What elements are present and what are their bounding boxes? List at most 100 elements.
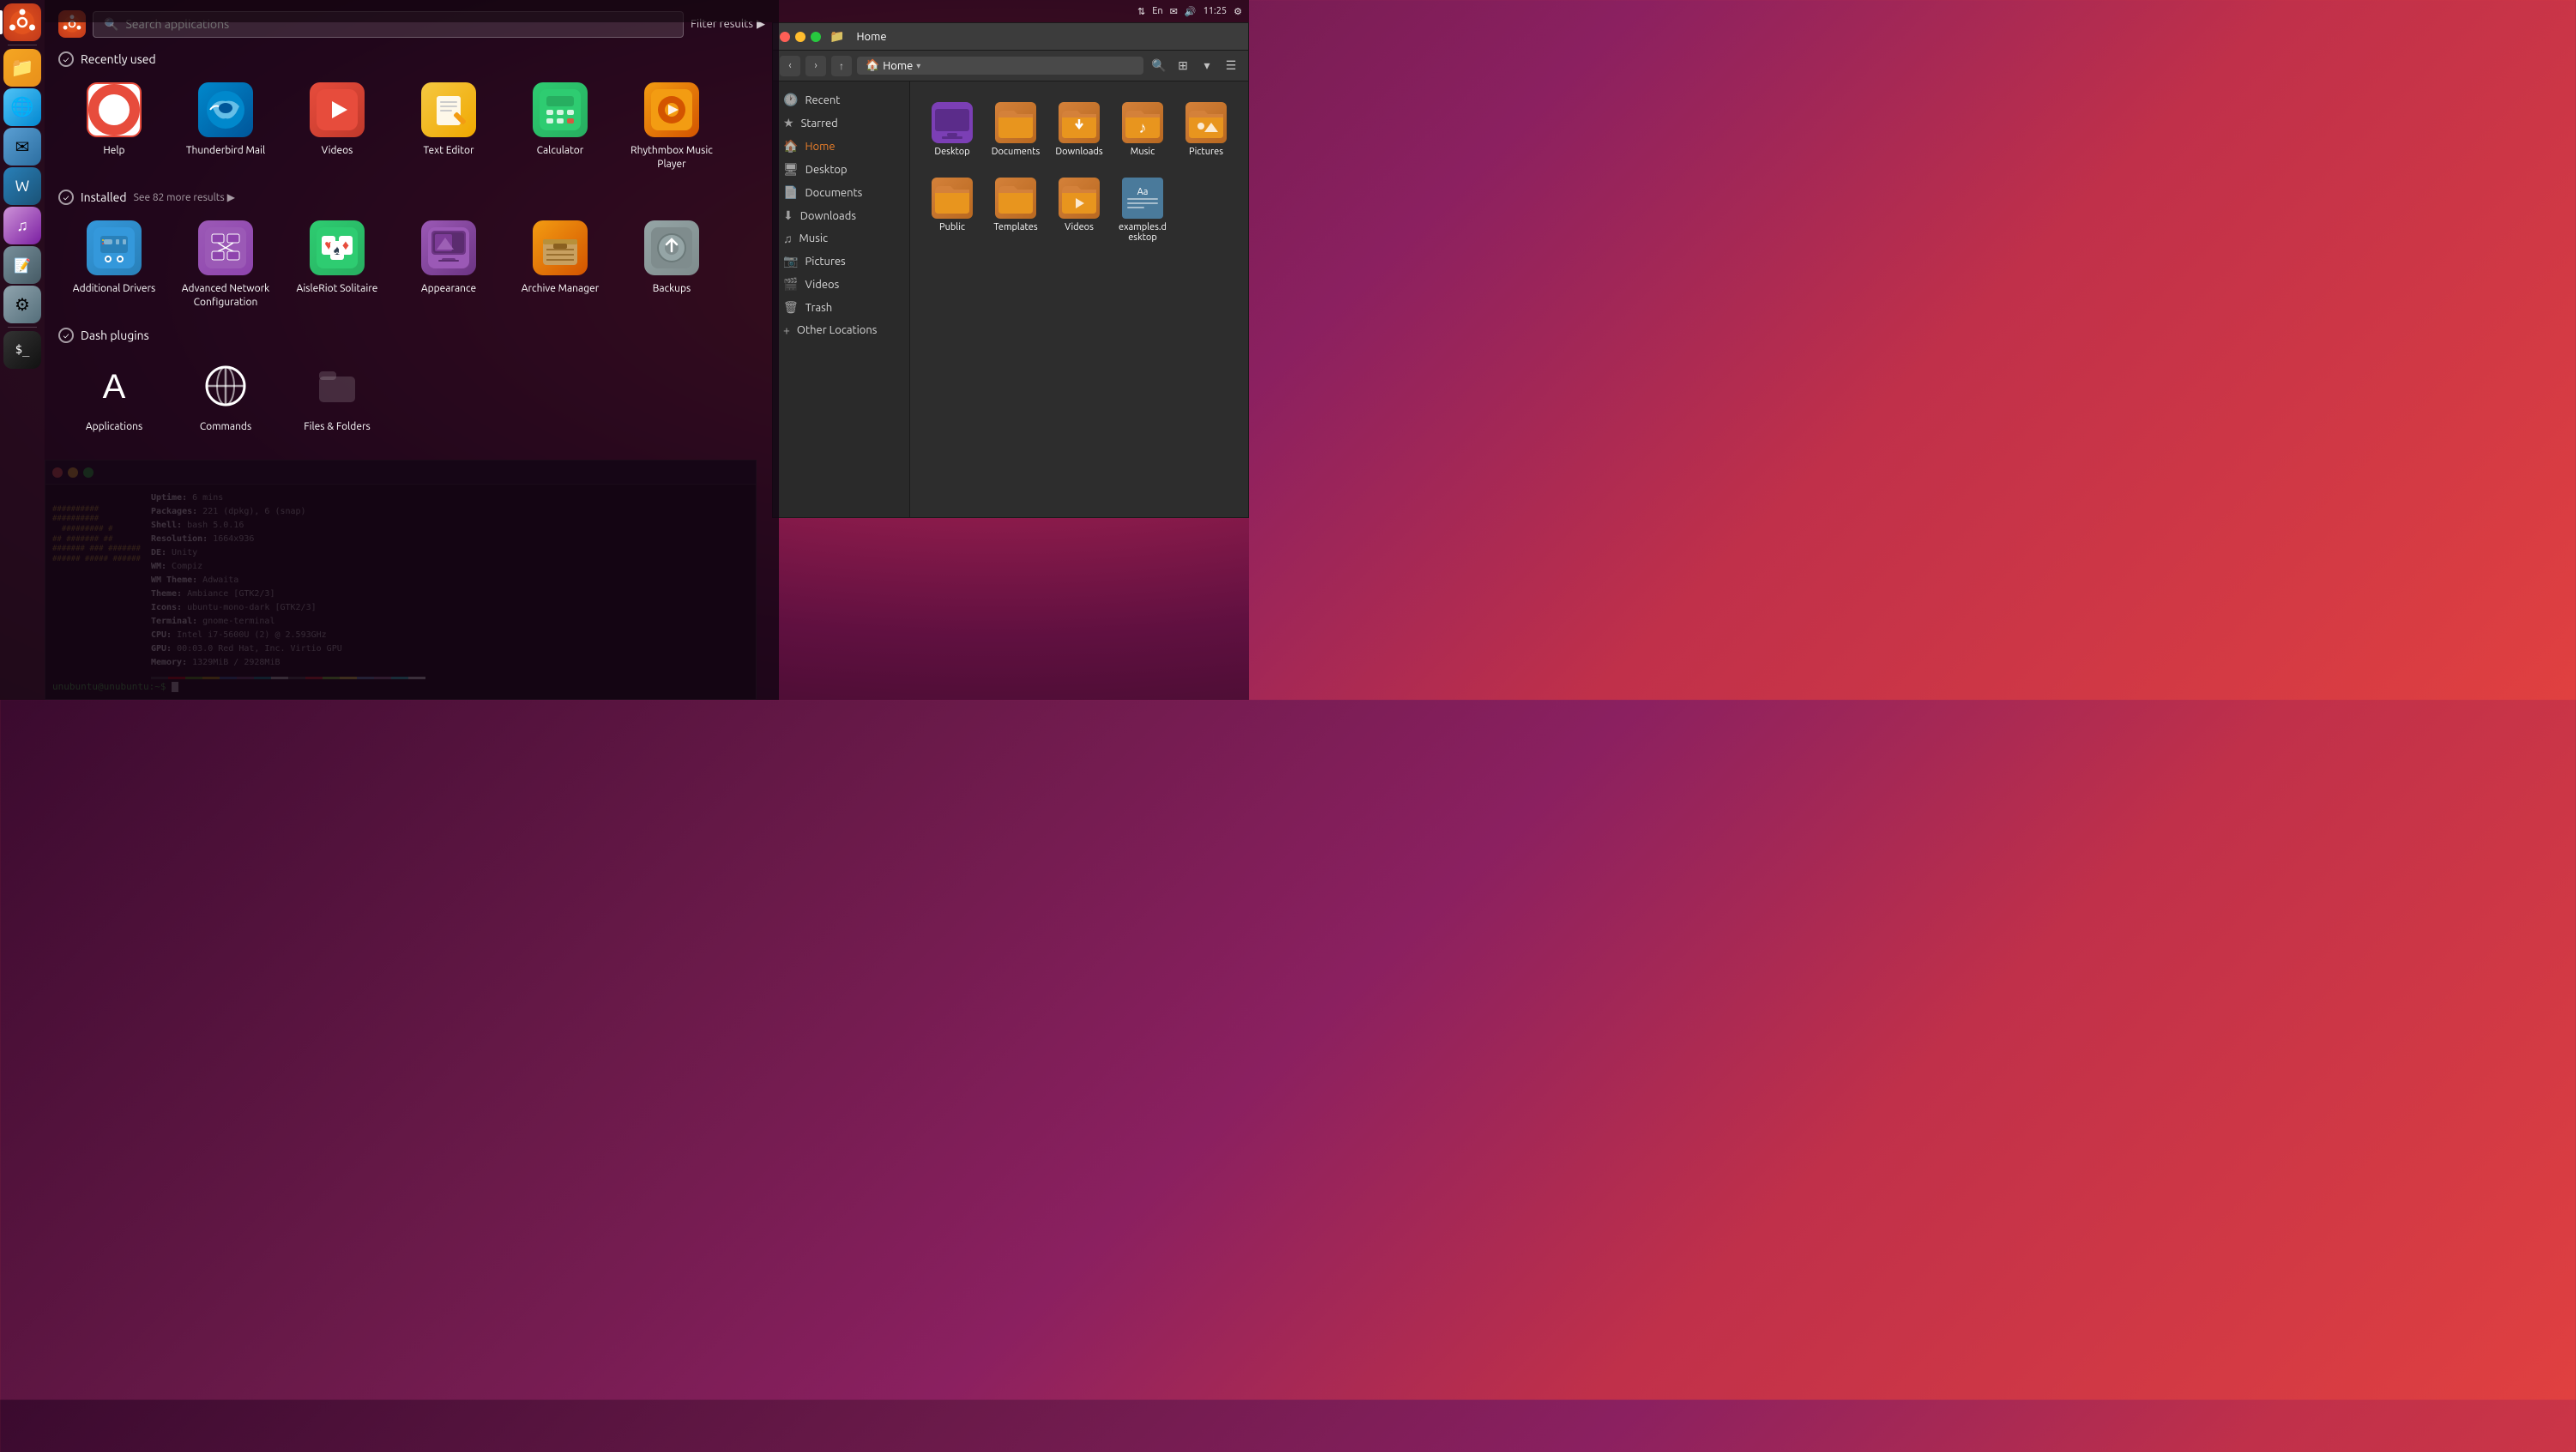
fm-templates-file-icon (995, 178, 1036, 219)
fm-sidebar: 🕐 Recent ★ Starred 🏠 Home 🖥 Desktop 📄 Do… (773, 81, 910, 517)
fm-nav-forward[interactable]: › (805, 56, 826, 76)
clock[interactable]: 11:25 (1204, 6, 1228, 16)
see-more-label: See 82 more results (134, 192, 225, 203)
fm-back-icon: ‹ (788, 60, 791, 71)
fm-sort-btn[interactable]: ▾ (1197, 56, 1217, 76)
plugin-files-folders[interactable]: Files & Folders (281, 350, 393, 443)
fm-file-public[interactable]: Public (924, 171, 980, 250)
fm-file-downloads[interactable]: Downloads (1051, 95, 1107, 164)
launcher-settings[interactable]: ⚙ (3, 286, 41, 323)
fm-file-music[interactable]: ♪ Music (1114, 95, 1171, 164)
installed-header: ✓ Installed See 82 more results ▶ (45, 183, 779, 208)
app-archive-manager[interactable]: Archive Manager (504, 212, 616, 317)
fm-starred-label: Starred (801, 117, 838, 130)
fm-desktop-label: Desktop (805, 164, 848, 176)
fm-nav-up[interactable]: ↑ (831, 56, 852, 76)
fm-close-btn[interactable] (780, 32, 790, 42)
fm-documents-file-icon (995, 102, 1036, 143)
fm-search-btn[interactable]: 🔍 (1149, 56, 1169, 76)
app-thunderbird[interactable]: Thunderbird Mail (170, 74, 281, 179)
fm-file-pictures[interactable]: Pictures (1178, 95, 1234, 164)
dash-overlay: 🔍 Filter results ▶ ✓ Recently used Help (45, 0, 779, 700)
fm-sidebar-pictures[interactable]: 📷 Pictures (773, 250, 909, 273)
fm-nav-back[interactable]: ‹ (780, 56, 800, 76)
mail-indicator[interactable]: ✉ (1170, 6, 1178, 17)
fm-sidebar-recent[interactable]: 🕐 Recent (773, 88, 909, 111)
app-network-config[interactable]: Advanced Network Configuration (170, 212, 281, 317)
recently-used-grid: Help Thunderbird Mail Videos (45, 70, 779, 183)
language-label: En (1152, 6, 1162, 16)
fm-downloads-file-icon (1059, 102, 1100, 143)
network-indicator[interactable]: ⇅ (1137, 6, 1145, 17)
app-videos[interactable]: Videos (281, 74, 393, 179)
app-help[interactable]: Help (58, 74, 170, 179)
recently-used-title: Recently used (81, 52, 156, 66)
app-appearance[interactable]: Appearance (393, 212, 504, 317)
app-help-icon (87, 82, 142, 137)
svg-text:♦: ♦ (342, 238, 349, 253)
fm-sidebar-home[interactable]: 🏠 Home (773, 135, 909, 158)
fm-file-documents[interactable]: Documents (987, 95, 1044, 164)
launcher-app1[interactable]: ♫ (3, 207, 41, 244)
app-solitaire-icon: ♥ ♠ ♦ (310, 220, 365, 275)
fm-file-desktop[interactable]: Desktop (924, 95, 980, 164)
fm-sidebar-documents[interactable]: 📄 Documents (773, 181, 909, 204)
fm-location-bar[interactable]: 🏠 Home ▾ (857, 57, 1143, 75)
fm-file-examples[interactable]: Aa examples.desktop (1114, 171, 1171, 250)
dash-plugins-header: ✓ Dash plugins (45, 321, 779, 346)
fm-music-icon: ♫ (783, 232, 793, 245)
launcher-evolution[interactable]: ✉ (3, 128, 41, 166)
app-videos-icon (310, 82, 365, 137)
app-backups[interactable]: Backups (616, 212, 727, 317)
fm-sidebar-music[interactable]: ♫ Music (773, 227, 909, 250)
language-indicator[interactable]: En (1152, 6, 1162, 16)
app-backups-label: Backups (653, 282, 691, 296)
session-icon: ⚙ (1234, 6, 1242, 17)
app-calculator-label: Calculator (537, 144, 584, 158)
launcher-writer[interactable]: W (3, 167, 41, 205)
unity-launcher: 📁 🌐 ✉ W ♫ 📝 ⚙ $_ (0, 0, 45, 700)
launcher-firefox[interactable]: 🌐 (3, 88, 41, 126)
launcher-ubuntu-logo[interactable] (3, 3, 41, 41)
fm-music-label: Music (799, 232, 829, 244)
app-rhythmbox[interactable]: Rhythmbox Music Player (616, 74, 727, 179)
sound-icon: 🔊 (1185, 6, 1197, 17)
fm-file-templates[interactable]: Templates (987, 171, 1044, 250)
fm-max-btn[interactable] (811, 32, 821, 42)
fm-sidebar-downloads[interactable]: ⬇ Downloads (773, 204, 909, 227)
fm-min-btn[interactable] (795, 32, 805, 42)
launcher-terminal[interactable]: $_ (3, 331, 41, 369)
fm-sidebar-desktop[interactable]: 🖥 Desktop (773, 158, 909, 181)
sound-indicator[interactable]: 🔊 (1185, 6, 1197, 17)
fm-pictures-label: Pictures (805, 256, 845, 268)
installed-grid: Additional Drivers Advanced Network Conf… (45, 208, 779, 321)
app-text-editor[interactable]: Text Editor (393, 74, 504, 179)
launcher-separator-2 (8, 327, 37, 328)
app-calculator[interactable]: Calculator (504, 74, 616, 179)
plugin-commands[interactable]: Commands (170, 350, 281, 443)
fm-file-videos[interactable]: Videos (1051, 171, 1107, 250)
session-indicator[interactable]: ⚙ (1234, 6, 1242, 17)
dash-plugins-grid: A Applications Commands (45, 346, 779, 446)
fm-trash-icon: 🗑 (783, 300, 799, 315)
fm-sidebar-trash[interactable]: 🗑 Trash (773, 296, 909, 319)
svg-text:Aa: Aa (1137, 187, 1149, 197)
fm-documents-icon: 📄 (783, 185, 798, 200)
fm-downloads-file-label: Downloads (1055, 147, 1102, 157)
fm-sidebar-other-locations[interactable]: + Other Locations (773, 319, 909, 341)
app-additional-drivers[interactable]: Additional Drivers (58, 212, 170, 317)
fm-sidebar-videos[interactable]: 🎬 Videos (773, 273, 909, 296)
app-network-label: Advanced Network Configuration (178, 282, 273, 309)
plugin-commands-icon (198, 358, 253, 413)
app-appearance-icon (421, 220, 476, 275)
plugin-applications[interactable]: A Applications (58, 350, 170, 443)
fm-menu-btn[interactable]: ☰ (1221, 56, 1241, 76)
see-more-results[interactable]: See 82 more results ▶ (134, 191, 235, 203)
fm-view-toggle-btn[interactable]: ⊞ (1173, 56, 1193, 76)
app-solitaire[interactable]: ♥ ♠ ♦ AisleRiot Solitaire (281, 212, 393, 317)
fm-body: 🕐 Recent ★ Starred 🏠 Home 🖥 Desktop 📄 Do… (773, 81, 1248, 517)
launcher-app2[interactable]: 📝 (3, 246, 41, 284)
launcher-files[interactable]: 📁 (3, 49, 41, 87)
fm-examples-file-icon: Aa (1122, 178, 1163, 219)
fm-sidebar-starred[interactable]: ★ Starred (773, 111, 909, 135)
